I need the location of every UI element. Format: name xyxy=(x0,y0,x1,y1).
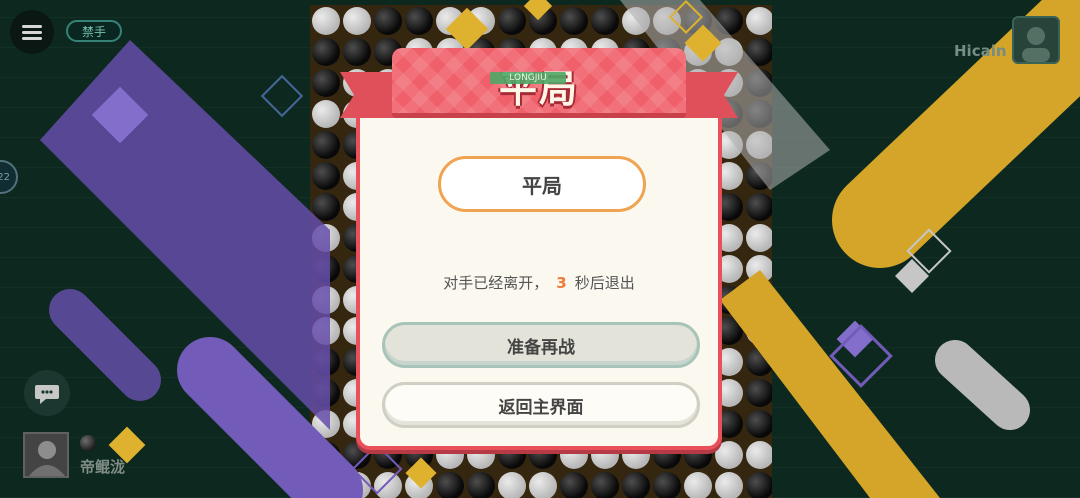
ready-again-button[interactable]: 准备再战 xyxy=(382,322,700,368)
countdown-seconds: 3 xyxy=(556,274,567,292)
result-dialog: 平局 对手已经离开， 3 秒后退出 准备再战 返回主界面 xyxy=(356,96,722,450)
return-home-button[interactable]: 返回主界面 xyxy=(382,382,700,428)
dialog-title: 平局 xyxy=(498,67,579,111)
countdown-prefix: 对手已经离开， xyxy=(443,274,549,292)
watermark-badge: LONGJIU xyxy=(490,72,566,84)
countdown-suffix: 秒后退出 xyxy=(574,274,635,292)
title-ribbon: 平局 LONGJIU xyxy=(340,44,738,128)
result-label: 平局 xyxy=(438,156,646,212)
game-scene: 禁手 22 Hicain 帝鲲泷 平局 对手已经离开， 3 秒后退出 准备再战 返回… xyxy=(0,0,1080,498)
exit-countdown: 对手已经离开， 3 秒后退出 xyxy=(360,272,718,293)
